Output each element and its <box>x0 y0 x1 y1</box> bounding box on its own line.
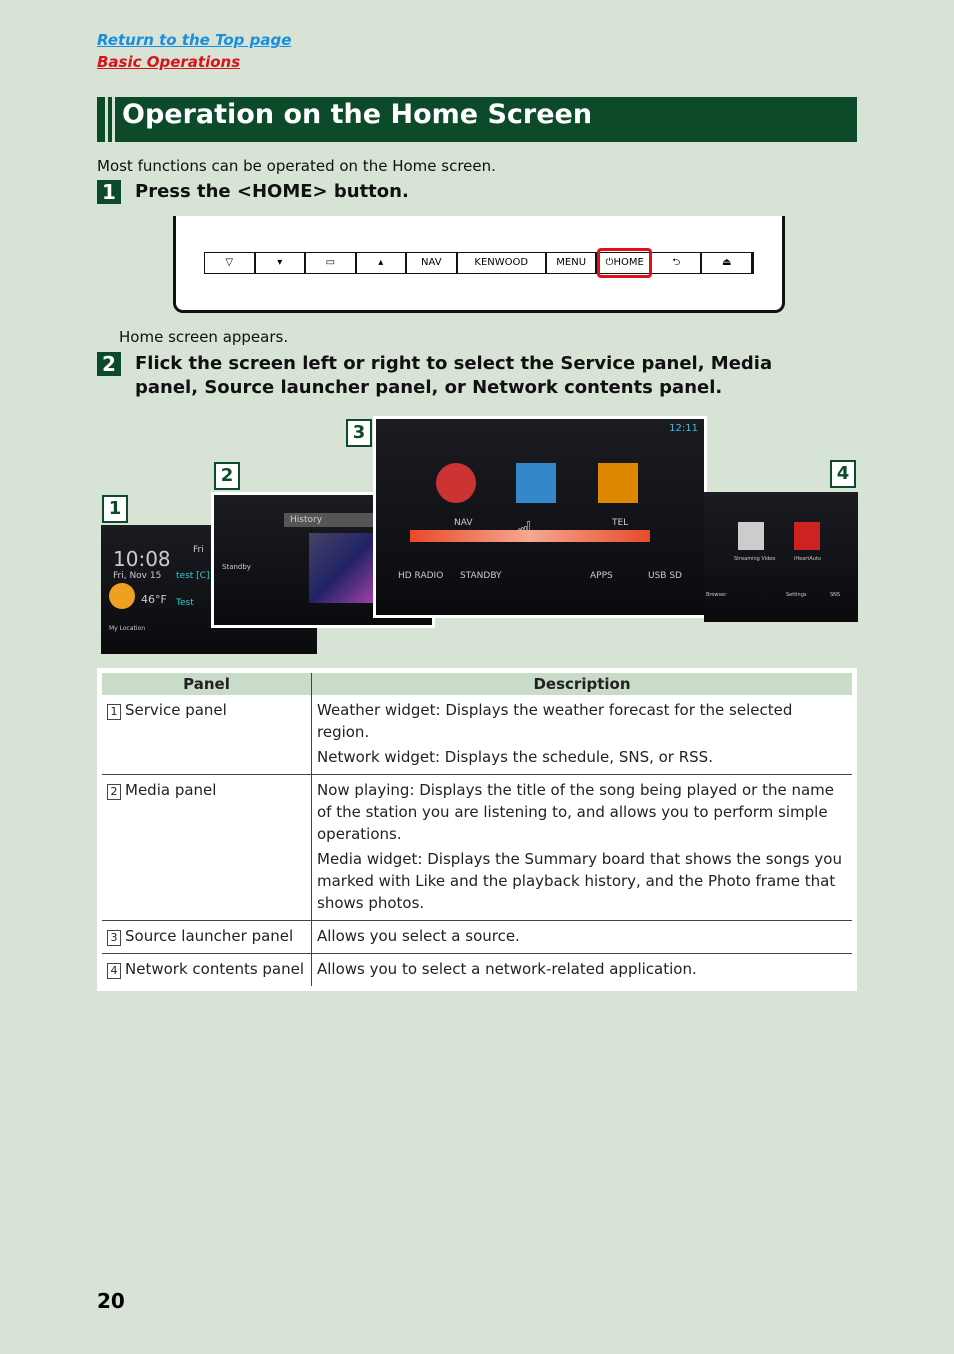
step-text: Flick the screen left or right to select… <box>135 353 773 398</box>
device-button: ⮌ <box>652 253 703 273</box>
device-button: ▽ <box>205 253 256 273</box>
description: Allows you to select a network-related a… <box>317 960 697 978</box>
album-art <box>309 533 379 603</box>
page: Return to the Top page Basic Operations … <box>0 0 954 1354</box>
device-button: ▭ <box>306 253 357 273</box>
device-button: NAV <box>407 253 458 273</box>
title-bar: Operation on the Home Screen <box>97 97 857 142</box>
home-button: ⏻HOME <box>597 248 652 278</box>
panel-number: 4 <box>107 963 121 979</box>
panel-name: Source launcher panel <box>125 927 294 945</box>
panel-name: Media panel <box>125 781 217 799</box>
description: Allows you select a source. <box>317 927 520 945</box>
clock: 10:08 <box>113 547 171 571</box>
device-illustration: ▽ ▾ ▭ ▴ NAV KENWOOD MENU ⏻HOME ⮌ ⏏ <box>173 216 785 313</box>
panel-name: Network contents panel <box>125 960 305 978</box>
icon-label: USB SD <box>648 571 682 581</box>
standby-label: Standby <box>222 563 251 571</box>
description: Now playing: Displays the title of the s… <box>317 781 834 843</box>
video-icon <box>738 522 764 550</box>
icon-label: TEL <box>612 518 629 528</box>
network-contents-screenshot: Streaming Video iHeartAuto Browser Setti… <box>704 492 858 622</box>
page-number: 20 <box>97 1289 125 1313</box>
description: Network widget: Displays the schedule, S… <box>317 748 713 766</box>
panel-number: 1 <box>102 495 128 523</box>
nav-icon <box>436 463 476 503</box>
media-icon <box>516 463 556 503</box>
panel-number: 3 <box>107 930 121 946</box>
location: My Location <box>109 625 146 632</box>
icon-label: HD RADIO <box>398 571 444 581</box>
home-appears-text: Home screen appears. <box>119 328 289 346</box>
clock: 12:11 <box>669 423 698 434</box>
return-top-link[interactable]: Return to the Top page <box>97 31 291 49</box>
temperature: 46°F <box>141 593 167 606</box>
device-button: ▾ <box>256 253 307 273</box>
device-button: ▴ <box>357 253 408 273</box>
date: Fri, Nov 15 <box>113 571 162 581</box>
event: Test <box>176 598 194 608</box>
swipe-arrow-icon <box>410 530 650 542</box>
step-number: 2 <box>97 352 121 376</box>
table-row: 1 Service panel Weather widget: Displays t… <box>99 695 855 775</box>
description: Weather widget: Displays the weather for… <box>317 701 793 741</box>
iheart-icon <box>794 522 820 550</box>
icon-label: Settings <box>786 592 807 598</box>
icon-label: iHeartAuto <box>794 556 821 562</box>
panel-name: Service panel <box>125 701 227 719</box>
sun-icon <box>109 583 135 609</box>
intro-text: Most functions can be operated on the Ho… <box>97 157 496 175</box>
icon-label: Streaming Video <box>734 556 776 562</box>
panel-number: 1 <box>107 704 121 720</box>
icon-label: APPS <box>590 571 613 581</box>
step-text: Press the <HOME> button. <box>135 181 409 202</box>
device-button: ⏏ <box>702 253 753 273</box>
device-button: MENU <box>547 253 598 273</box>
page-title: Operation on the Home Screen <box>122 99 593 130</box>
icon-label: NAV <box>454 518 473 528</box>
basic-operations-link[interactable]: Basic Operations <box>97 53 240 71</box>
table-row: 4 Network contents panel Allows you to sel… <box>100 953 855 989</box>
event: test [C] <box>176 571 210 581</box>
icon-label: SNS <box>830 592 841 598</box>
icon-label: STANDBY <box>460 571 502 581</box>
brand-logo: KENWOOD <box>458 253 547 273</box>
column-header: Description <box>311 670 855 695</box>
table-row: 2 Media panel Now playing: Displays the ti… <box>99 774 855 921</box>
phone-icon <box>598 463 638 503</box>
day: Fri <box>193 545 204 555</box>
icon-label: Browser <box>706 592 727 598</box>
source-launcher-screenshot: 12:11 NAV TEL HD RADIO STANDBY APPS USB … <box>373 416 707 618</box>
panel-number: 2 <box>214 462 240 490</box>
panel-number: 2 <box>107 784 121 800</box>
step-number: 1 <box>97 180 121 204</box>
panel-number: 4 <box>830 460 856 488</box>
panel-number: 3 <box>346 419 372 447</box>
table-row: 3 Source launcher panel Allows you select … <box>99 920 855 954</box>
description: Media widget: Displays the Summary board… <box>317 850 842 912</box>
panel-table: Panel Description 1 Service panel Weather w… <box>97 668 857 991</box>
column-header: Panel <box>99 670 312 695</box>
